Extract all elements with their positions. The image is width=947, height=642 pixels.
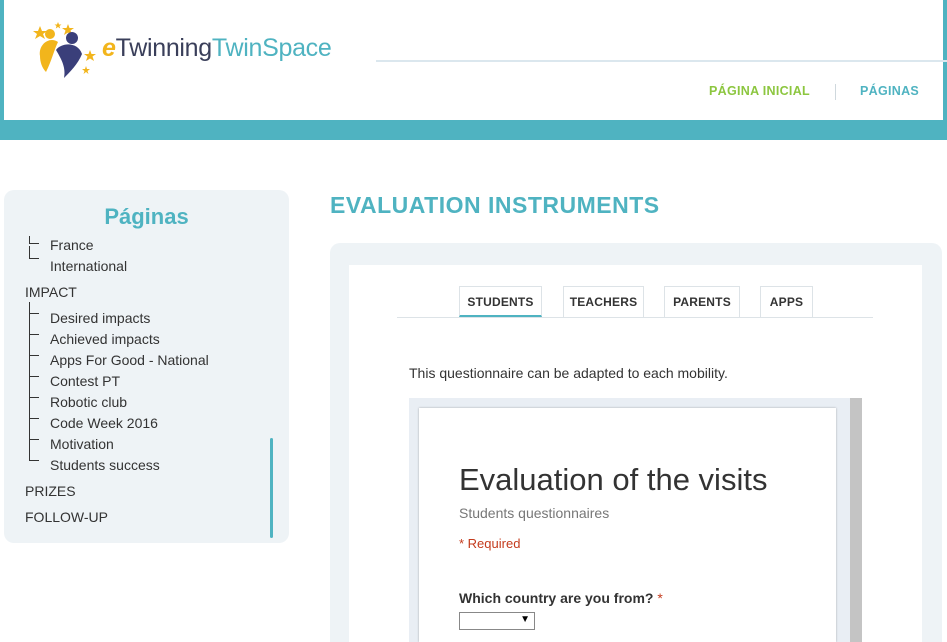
- tab-teachers[interactable]: TEACHERS: [563, 286, 644, 317]
- tree-branch: [29, 398, 39, 419]
- etwinning-logo[interactable]: eTwinningTwinSpace: [28, 20, 358, 84]
- logo-e: e: [102, 34, 116, 62]
- page-tree[interactable]: France International IMPACT Desired impa…: [4, 236, 289, 536]
- tree-item-students-success[interactable]: Students success: [50, 457, 160, 478]
- form-question-label: Which country are you from?: [459, 590, 654, 606]
- header-divider: [376, 60, 947, 62]
- tree-item-follow-up[interactable]: FOLLOW-UP: [25, 509, 108, 530]
- form-question: Which country are you from? *: [459, 590, 663, 606]
- logo-twinning: Twinning: [115, 34, 213, 62]
- country-select[interactable]: ▼: [459, 612, 535, 630]
- tree-item-contest-pt[interactable]: Contest PT: [50, 373, 120, 394]
- required-star: *: [657, 590, 663, 606]
- tab-students[interactable]: STUDENTS: [459, 286, 542, 317]
- nav-home-link[interactable]: PÁGINA INICIAL: [709, 84, 810, 98]
- tree-item-motivation[interactable]: Motivation: [50, 436, 114, 457]
- tree-item-apps-for-good[interactable]: Apps For Good - National: [50, 352, 209, 373]
- tree-branch: [29, 377, 39, 398]
- form-subtitle: Students questionnaires: [459, 505, 610, 521]
- tree-item-achieved-impacts[interactable]: Achieved impacts: [50, 331, 160, 352]
- page-title: EVALUATION INSTRUMENTS: [330, 192, 660, 218]
- etwinning-figures-icon: [33, 22, 96, 78]
- tree-item-robotic-club[interactable]: Robotic club: [50, 394, 127, 415]
- tree-branch: [29, 314, 39, 335]
- form-title: Evaluation of the visits: [459, 462, 768, 497]
- tree-branch: [29, 440, 39, 461]
- tree-branch: [29, 246, 39, 259]
- form-required-note: * Required: [459, 536, 521, 551]
- sidebar-scrollbar[interactable]: [270, 438, 273, 538]
- tree-branch: [29, 356, 39, 377]
- tree-branch: [29, 302, 39, 314]
- embedded-form-scrollbar[interactable]: [850, 398, 862, 642]
- etwinning-wordmark: eTwinningTwinSpace: [102, 34, 332, 63]
- tree-branch: [29, 236, 39, 244]
- sidebar: Páginas France International IMPACT Desi…: [4, 190, 289, 543]
- nav-separator: [835, 84, 836, 100]
- tree-branch: [29, 419, 39, 440]
- site-header: eTwinningTwinSpace PÁGINA INICIAL PÁGINA…: [0, 0, 947, 140]
- nav-pages-link[interactable]: PÁGINAS: [860, 84, 919, 98]
- tab-apps[interactable]: APPS: [760, 286, 813, 317]
- tab-parents[interactable]: PARENTS: [664, 286, 740, 317]
- form-card: [419, 408, 836, 642]
- intro-text: This questionnaire can be adapted to eac…: [409, 365, 728, 381]
- logo-twinspace: TwinSpace: [211, 34, 332, 62]
- sidebar-title: Páginas: [104, 204, 189, 229]
- header-bar: eTwinningTwinSpace: [4, 0, 947, 120]
- tree-item-prizes[interactable]: PRIZES: [25, 483, 76, 504]
- tree-branch: [29, 335, 39, 356]
- tree-item-france[interactable]: France: [50, 237, 94, 258]
- chevron-down-icon: ▼: [520, 614, 530, 625]
- tree-item-code-week[interactable]: Code Week 2016: [50, 415, 158, 436]
- tree-item-desired-impacts[interactable]: Desired impacts: [50, 310, 150, 331]
- tree-item-international[interactable]: International: [50, 258, 127, 279]
